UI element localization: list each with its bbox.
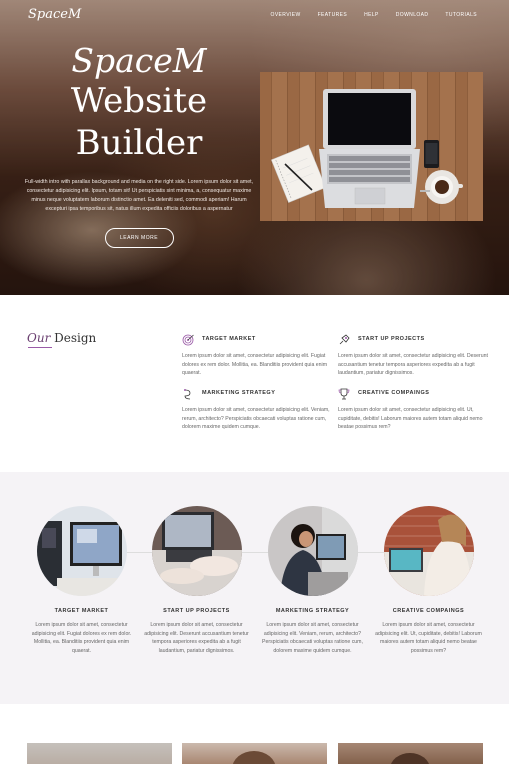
design-section-title: Our Design xyxy=(27,331,96,345)
title-rest: Design xyxy=(54,331,97,345)
title-underline xyxy=(28,347,52,348)
trophy-icon xyxy=(338,388,350,400)
feature-text: Lorem ipsum dolor sit amet, consectetur … xyxy=(338,407,483,431)
strategy-icon xyxy=(184,389,191,400)
feature-title: MARKETING STRATEGY xyxy=(202,390,276,396)
hero-title-line3: Builder xyxy=(75,123,203,163)
gallery-image xyxy=(182,743,327,764)
service-card-creative-compaings: CREATIVE COMPAINGS Lorem ipsum dolor sit… xyxy=(371,506,486,655)
learn-more-button[interactable]: LEARN MORE xyxy=(104,228,174,248)
service-title: START UP PROJECTS xyxy=(163,608,230,614)
service-text: Lorem ipsum dolor sit amet, consectetur … xyxy=(262,622,363,654)
hero-section: SpaceM OVERVIEW FEATURES HELP DOWNLOAD T… xyxy=(0,0,509,295)
nav-item-overview[interactable]: OVERVIEW xyxy=(271,12,301,18)
service-text: Lorem ipsum dolor sit amet, consectetur … xyxy=(375,622,482,654)
nav-item-tutorials[interactable]: TUTORIALS xyxy=(445,12,477,18)
service-title: TARGET MARKET xyxy=(54,608,109,614)
gallery-image xyxy=(338,743,483,764)
service-title: MARKETING STRATEGY xyxy=(275,608,350,614)
service-image xyxy=(383,506,474,596)
nav-item-help[interactable]: HELP xyxy=(364,12,379,18)
nav-item-download[interactable]: DOWNLOAD xyxy=(396,12,429,18)
service-image xyxy=(267,506,358,596)
service-text: Lorem ipsum dolor sit amet, consectetur … xyxy=(144,622,249,654)
nav-item-features[interactable]: FEATURES xyxy=(318,12,348,18)
feature-text: Lorem ipsum dolor sit amet, consectetur … xyxy=(182,407,330,431)
service-card-target-market: TARGET MARKET Lorem ipsum dolor sit amet… xyxy=(24,506,139,655)
logo[interactable]: SpaceM xyxy=(28,7,81,22)
service-image xyxy=(36,506,127,596)
feature-text: Lorem ipsum dolor sit amet, consectetur … xyxy=(182,353,328,377)
feature-title: TARGET MARKET xyxy=(202,336,256,342)
hero-text: SpaceM Website Builder Full-width intro … xyxy=(24,42,254,248)
feature-title: START UP PROJECTS xyxy=(358,336,425,342)
service-card-start-up-projects: START UP PROJECTS Lorem ipsum dolor sit … xyxy=(139,506,254,655)
target-icon xyxy=(182,334,194,346)
service-image xyxy=(151,506,242,596)
title-emphasis: Our xyxy=(27,331,51,345)
rocket-icon xyxy=(339,334,350,345)
hero-laptop-image xyxy=(260,72,483,221)
hero-title-line2: Website xyxy=(70,81,208,121)
top-nav: SpaceM OVERVIEW FEATURES HELP DOWNLOAD T… xyxy=(0,0,509,30)
service-card-marketing-strategy: MARKETING STRATEGY Lorem ipsum dolor sit… xyxy=(255,506,370,655)
services-section: TARGET MARKET Lorem ipsum dolor sit amet… xyxy=(0,472,509,704)
gallery-section xyxy=(0,704,509,764)
gallery-image xyxy=(27,743,172,764)
service-text: Lorem ipsum dolor sit amet, consectetur … xyxy=(31,622,132,654)
nav-menu: OVERVIEW FEATURES HELP DOWNLOAD TUTORIAL… xyxy=(271,12,477,18)
feature-text: Lorem ipsum dolor sit amet, consectetur … xyxy=(338,353,488,377)
feature-title: CREATIVE COMPAINGS xyxy=(358,390,430,396)
hero-description: Full-width intro with parallax backgroun… xyxy=(24,179,254,212)
design-section: Our Design TARGET MARKET Lorem ipsum dol… xyxy=(0,295,509,472)
hero-title-line1: SpaceM xyxy=(71,41,207,80)
service-title: CREATIVE COMPAINGS xyxy=(392,608,465,614)
